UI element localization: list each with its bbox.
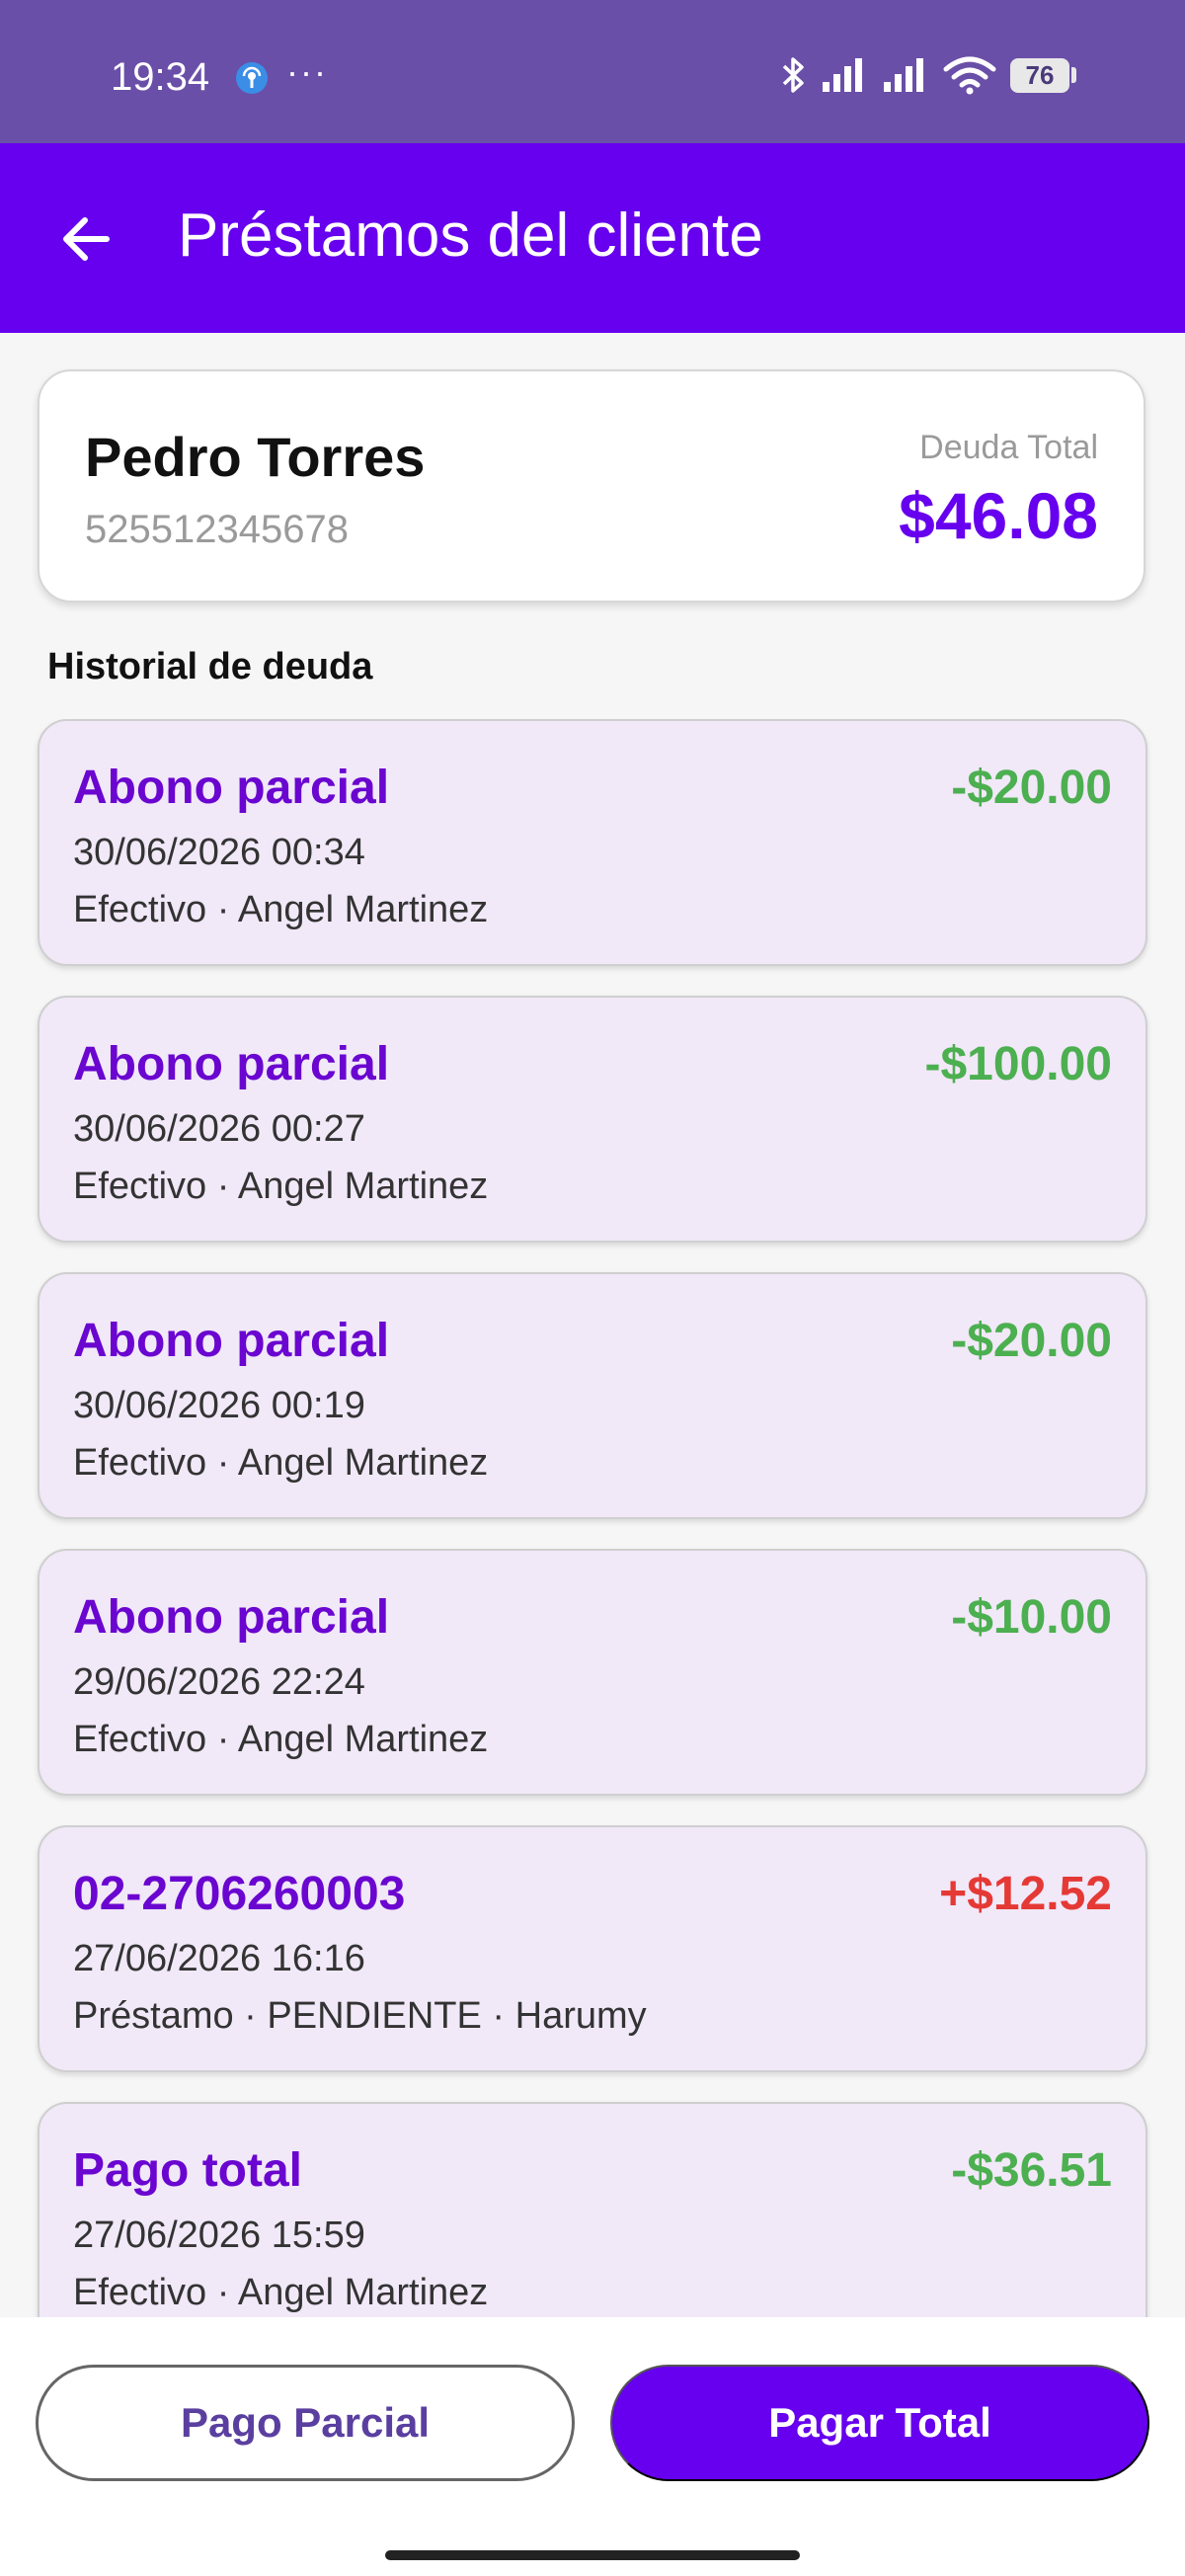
signal-icon: [821, 56, 868, 94]
history-section-title: Historial de deuda: [47, 646, 373, 687]
more-indicator: ···: [286, 51, 328, 92]
total-debt-amount: $46.08: [899, 479, 1098, 552]
history-item[interactable]: Abono parcial -$20.00 30/06/2026 00:19 E…: [38, 1272, 1147, 1519]
history-item-detail: Efectivo · Angel Martinez: [73, 1442, 489, 1484]
history-item-detail: Efectivo · Angel Martinez: [73, 1166, 489, 1207]
battery-icon: 76: [1010, 57, 1076, 93]
history-item-date: 30/06/2026 00:19: [73, 1385, 365, 1426]
history-item-amount: -$20.00: [951, 762, 1112, 814]
history-item-title: Pago total: [73, 2144, 303, 2197]
pay-total-button[interactable]: Pagar Total: [610, 2365, 1149, 2481]
history-item-detail: Efectivo · Angel Martinez: [73, 889, 489, 930]
client-summary-card: Pedro Torres 525512345678 Deuda Total $4…: [38, 369, 1146, 603]
history-item-title: Abono parcial: [73, 1591, 390, 1644]
status-time: 19:34: [111, 55, 210, 99]
history-item-amount: -$20.00: [951, 1315, 1112, 1367]
status-icons: 76: [781, 55, 1076, 95]
total-debt-label: Deuda Total: [919, 429, 1098, 466]
history-item[interactable]: Abono parcial -$100.00 30/06/2026 00:27 …: [38, 996, 1147, 1243]
client-name: Pedro Torres: [85, 426, 426, 488]
history-item-detail: Efectivo · Angel Martinez: [73, 1719, 489, 1760]
wifi-icon: [943, 55, 996, 95]
history-item-amount: -$36.51: [951, 2144, 1112, 2197]
history-item[interactable]: Pago total -$36.51 27/06/2026 15:59 Efec…: [38, 2102, 1147, 2317]
history-item[interactable]: Abono parcial -$10.00 29/06/2026 22:24 E…: [38, 1549, 1147, 1796]
client-phone: 525512345678: [85, 508, 349, 551]
back-button[interactable]: [51, 204, 120, 274]
history-item-title: Abono parcial: [73, 1315, 390, 1367]
history-item-detail: Efectivo · Angel Martinez: [73, 2272, 489, 2313]
history-item-date: 27/06/2026 16:16: [73, 1938, 365, 1979]
partial-payment-button[interactable]: Pago Parcial: [36, 2365, 575, 2481]
app-bar: Préstamos del cliente: [0, 143, 1185, 333]
history-item-amount: +$12.52: [939, 1868, 1112, 1920]
status-bar: 19:34 ··· 76: [0, 0, 1185, 143]
history-item-title: 02-2706260003: [73, 1868, 406, 1920]
history-item-title: Abono parcial: [73, 762, 390, 814]
history-item-date: 29/06/2026 22:24: [73, 1661, 365, 1703]
bottom-action-bar: Pago Parcial Pagar Total: [0, 2317, 1185, 2576]
history-item-detail: Préstamo · PENDIENTE · Harumy: [73, 1995, 647, 2037]
history-item[interactable]: 02-2706260003 +$12.52 27/06/2026 16:16 P…: [38, 1825, 1147, 2072]
history-item[interactable]: Abono parcial -$20.00 30/06/2026 00:34 E…: [38, 719, 1147, 966]
page-title: Préstamos del cliente: [178, 201, 763, 270]
arrow-left-icon: [63, 217, 110, 261]
history-item-amount: -$100.00: [924, 1038, 1113, 1090]
hotspot-icon: [235, 61, 269, 95]
debt-history-list[interactable]: Abono parcial -$20.00 30/06/2026 00:34 E…: [0, 719, 1185, 2317]
history-item-title: Abono parcial: [73, 1038, 390, 1090]
history-item-amount: -$10.00: [951, 1591, 1112, 1644]
history-item-date: 30/06/2026 00:27: [73, 1108, 365, 1150]
history-item-date: 30/06/2026 00:34: [73, 832, 365, 873]
signal-icon: [882, 56, 929, 94]
bluetooth-icon: [781, 55, 807, 95]
battery-level: 76: [1010, 57, 1069, 93]
history-item-date: 27/06/2026 15:59: [73, 2214, 365, 2256]
home-indicator[interactable]: [385, 2550, 800, 2560]
